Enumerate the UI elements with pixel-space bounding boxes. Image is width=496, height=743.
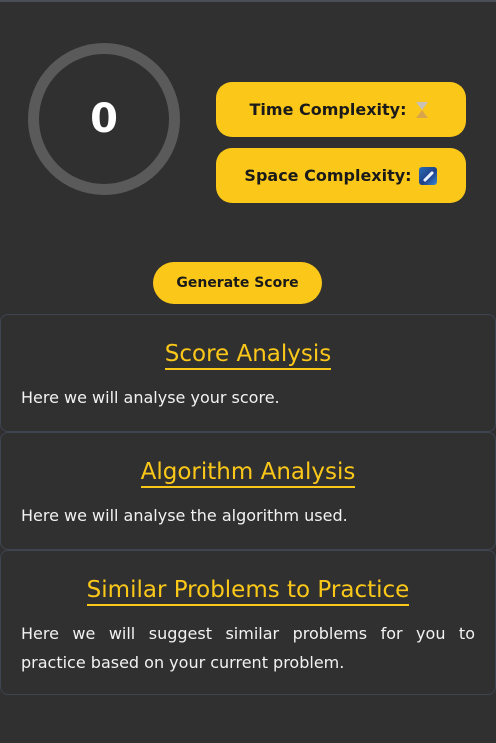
card-title: Score Analysis: [21, 339, 475, 370]
card-title: Algorithm Analysis: [21, 457, 475, 488]
score-page: 0 Time Complexity: Space Complexity: Gen…: [0, 0, 496, 743]
similar-problems-card: Similar Problems to Practice Here we wil…: [0, 550, 496, 695]
time-complexity-badge: Time Complexity:: [216, 82, 466, 137]
rocket-icon: [418, 166, 438, 186]
time-complexity-label: Time Complexity:: [249, 100, 407, 119]
score-value: 0: [90, 96, 118, 142]
score-ring: 0: [28, 43, 180, 195]
space-complexity-badge: Space Complexity:: [216, 148, 466, 203]
generate-score-button[interactable]: Generate Score: [153, 262, 322, 304]
score-analysis-card: Score Analysis Here we will analyse your…: [0, 314, 496, 432]
hourglass-icon: [412, 100, 432, 120]
algorithm-analysis-title: Algorithm Analysis: [140, 459, 356, 488]
score-analysis-title: Score Analysis: [164, 341, 332, 370]
algorithm-analysis-card: Algorithm Analysis Here we will analyse …: [0, 432, 496, 550]
similar-problems-title: Similar Problems to Practice: [86, 577, 410, 606]
algorithm-analysis-text: Here we will analyse the algorithm used.: [21, 506, 348, 525]
score-analysis-text: Here we will analyse your score.: [21, 388, 280, 407]
space-complexity-label: Space Complexity:: [244, 166, 412, 185]
card-title: Similar Problems to Practice: [21, 575, 475, 606]
similar-problems-text: Here we will suggest similar problems fo…: [21, 624, 475, 672]
